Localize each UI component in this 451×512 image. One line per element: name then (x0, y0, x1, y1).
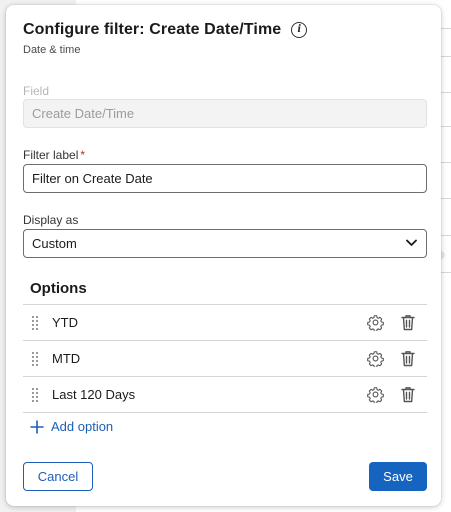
option-row[interactable]: YTD (23, 305, 427, 341)
chevron-down-icon (406, 239, 417, 246)
background-divider (440, 198, 451, 199)
required-marker: * (80, 148, 86, 162)
background-divider (440, 92, 451, 93)
background-divider (440, 126, 451, 127)
dialog-subtitle: Date & time (23, 44, 81, 56)
trash-icon[interactable] (401, 314, 415, 331)
background-divider (440, 162, 451, 163)
display-as-select[interactable]: Custom (23, 229, 427, 258)
gear-icon[interactable] (367, 386, 384, 403)
filter-label-label: Filter label * (23, 148, 85, 162)
background-divider (440, 235, 451, 236)
option-label: YTD (52, 315, 78, 330)
display-as-label: Display as (23, 213, 79, 227)
options-section: Options YTD MTD Last 120 Days (23, 273, 427, 413)
field-input: Create Date/Time (23, 99, 427, 128)
field-value: Create Date/Time (32, 106, 135, 121)
option-label: MTD (52, 351, 81, 366)
trash-icon[interactable] (401, 350, 415, 367)
options-title: Options (23, 273, 427, 305)
plus-icon (30, 419, 44, 434)
background-divider (440, 56, 451, 57)
cancel-button[interactable]: Cancel (23, 462, 93, 491)
filter-label-value: Filter on Create Date (32, 171, 153, 186)
option-row[interactable]: MTD (23, 341, 427, 377)
add-option-label: Add option (51, 419, 114, 434)
background-divider (440, 272, 451, 273)
option-label: Last 120 Days (52, 387, 136, 402)
trash-icon[interactable] (401, 386, 415, 403)
configure-filter-dialog: Configure filter: Create Date/Time i Dat… (6, 5, 441, 506)
gear-icon[interactable] (367, 314, 384, 331)
drag-handle-icon[interactable] (32, 388, 38, 402)
add-option-button[interactable]: Add option (30, 419, 113, 434)
field-label: Field (23, 84, 50, 98)
dialog-title: Configure filter: Create Date/Time (23, 21, 282, 38)
save-button[interactable]: Save (369, 462, 427, 491)
background-divider (440, 28, 451, 29)
filter-label-text: Filter label (23, 148, 79, 162)
option-row[interactable]: Last 120 Days (23, 377, 427, 413)
filter-label-input[interactable]: Filter on Create Date (23, 164, 427, 193)
drag-handle-icon[interactable] (32, 352, 38, 366)
display-as-value: Custom (32, 236, 77, 251)
drag-handle-icon[interactable] (32, 316, 38, 330)
gear-icon[interactable] (367, 350, 384, 367)
dialog-header: Configure filter: Create Date/Time i (23, 21, 308, 39)
info-icon[interactable]: i (291, 22, 308, 38)
